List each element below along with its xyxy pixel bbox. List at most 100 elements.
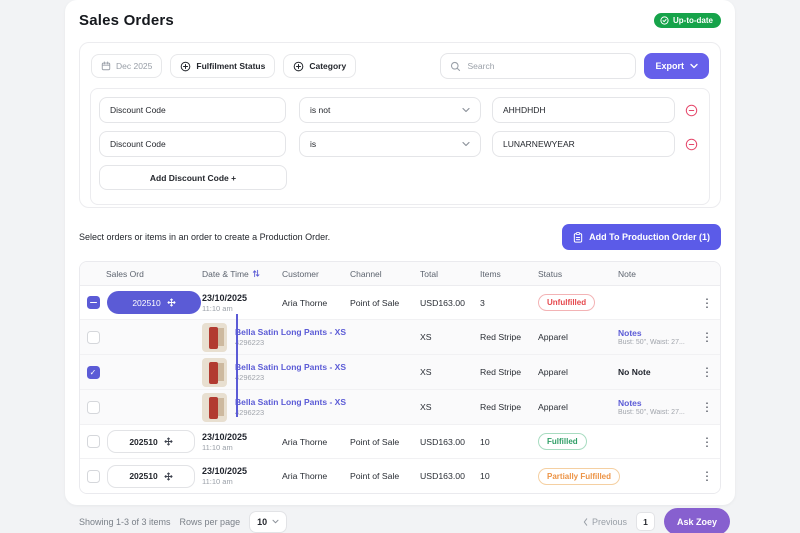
fulfilment-status-chip[interactable]: Fulfilment Status — [170, 54, 276, 78]
order-tree-connector — [236, 314, 238, 417]
order-date: 23/10/2025 — [202, 466, 248, 476]
add-to-production-order-button[interactable]: Add To Production Order (1) — [562, 224, 721, 250]
fulfilment-status-label: Fulfilment Status — [196, 61, 266, 71]
filter-value-input[interactable]: AHHDHDH — [492, 97, 675, 123]
order-items-count: 3 — [480, 297, 485, 308]
chevron-left-icon — [583, 517, 588, 526]
order-date: 23/10/2025 — [202, 292, 248, 303]
previous-page-button[interactable]: Previous — [583, 517, 627, 527]
search-icon — [450, 61, 461, 72]
row-menu-button[interactable]: ⋮ — [694, 331, 720, 343]
row-menu-button[interactable]: ⋮ — [694, 366, 720, 378]
status-badge: Unfulfilled — [538, 294, 596, 311]
page-number[interactable]: 1 — [635, 512, 655, 531]
order-row[interactable]: 202510 23/10/2025 11:10 am Aria Thorne P… — [80, 459, 720, 493]
rows-per-page-select[interactable]: 10 — [249, 510, 288, 533]
order-row[interactable]: 202510 23/10/2025 11:10 am Aria Thorne P… — [80, 286, 720, 320]
product-name-link[interactable]: Bella Satin Long Pants - XS — [235, 327, 346, 337]
table-header-row: Sales Ord Date & Time Customer Channel T… — [80, 262, 720, 286]
order-date: 23/10/2025 — [202, 431, 248, 442]
operator-value: is not — [310, 105, 331, 115]
order-items-count: 10 — [480, 471, 490, 481]
line-item-row[interactable]: ✓ Bella Satin Long Pants - XS 4296223 XS… — [80, 355, 720, 390]
search-field[interactable] — [440, 53, 637, 79]
line-item-detail: Red Stripe — [480, 402, 522, 412]
remove-filter-button[interactable] — [685, 104, 698, 117]
filter-field-select[interactable]: Discount Code — [99, 131, 286, 157]
order-checkbox[interactable] — [86, 469, 100, 483]
line-item-size: XS — [420, 332, 432, 342]
add-to-production-order-label: Add To Production Order (1) — [589, 232, 710, 242]
note-detail: Bust: 50", Waist: 27... — [618, 339, 685, 347]
order-id: 202510 — [129, 471, 158, 481]
line-item-detail: Red Stripe — [480, 332, 522, 342]
line-item-checkbox-checked[interactable]: ✓ — [86, 365, 100, 379]
uptodate-label: Up-to-date — [673, 16, 713, 25]
sales-orders-page: Sales Orders Up-to-date Dec 2025 Fulfilm… — [0, 0, 800, 533]
operator-value: is — [310, 139, 317, 149]
chevron-down-icon — [690, 63, 698, 69]
product-name-link[interactable]: Bella Satin Long Pants - XS — [235, 362, 346, 372]
filter-value-input[interactable]: LUNARNEWYEAR — [492, 131, 675, 157]
header-sales-order: Sales Ord — [106, 268, 144, 279]
order-customer: Aria Thorne — [282, 297, 328, 308]
line-item-category: Apparel — [538, 367, 568, 377]
production-hint: Select orders or items in an order to cr… — [79, 232, 331, 242]
filter-toolbar: Dec 2025 Fulfilment Status Category Sear… — [80, 43, 720, 88]
header-note: Note — [618, 268, 636, 279]
order-checkbox-indeterminate[interactable] — [86, 296, 100, 309]
export-button[interactable]: Export — [644, 53, 709, 79]
header-status: Status — [538, 268, 563, 279]
order-id-pill[interactable]: 202510 — [107, 464, 195, 488]
header-channel: Channel — [350, 268, 382, 279]
order-customer: Aria Thorne — [282, 471, 328, 481]
category-chip[interactable]: Category — [283, 54, 357, 78]
order-date-cell: 23/10/2025 11:10 am — [202, 466, 282, 486]
order-time: 11:10 am — [202, 303, 233, 313]
filter-operator-select[interactable]: is — [299, 131, 481, 157]
row-menu-button[interactable]: ⋮ — [694, 297, 720, 309]
line-item-category: Apparel — [538, 402, 568, 412]
plus-circle-icon — [293, 61, 304, 72]
calendar-icon — [101, 61, 111, 71]
filter-row: Discount Code is LUNARNEWYEAR — [99, 131, 701, 157]
uptodate-badge: Up-to-date — [654, 13, 721, 28]
filter-row: Discount Code is not AHHDHDH — [99, 97, 701, 123]
row-menu-button[interactable]: ⋮ — [694, 436, 720, 448]
ask-zoey-button[interactable]: Ask Zoey — [663, 508, 730, 533]
status-badge: Partially Fulfilled — [538, 467, 621, 485]
minus-circle-icon — [685, 104, 698, 117]
no-note-label: No Note — [618, 367, 651, 377]
line-item-checkbox[interactable] — [86, 330, 100, 344]
add-discount-code-button[interactable]: Add Discount Code + — [99, 165, 287, 190]
date-filter-chip[interactable]: Dec 2025 — [91, 54, 163, 78]
sort-icon[interactable] — [252, 269, 260, 278]
filter-panel: Dec 2025 Fulfilment Status Category Sear… — [79, 42, 721, 208]
previous-label: Previous — [591, 516, 627, 527]
filter-field-select[interactable]: Discount Code — [99, 97, 286, 123]
plus-circle-icon — [180, 61, 191, 72]
order-id-pill-selected[interactable]: 202510 — [107, 291, 201, 314]
note-link[interactable]: Notes — [618, 398, 694, 408]
row-menu-button[interactable]: ⋮ — [694, 401, 720, 413]
order-row[interactable]: 202510 23/10/2025 11:10 am Aria Thorne P… — [80, 425, 720, 459]
product-sku: 4296223 — [235, 373, 265, 383]
line-item-size: XS — [420, 367, 432, 377]
row-menu-button[interactable]: ⋮ — [694, 470, 720, 482]
order-id-pill[interactable]: 202510 — [107, 430, 195, 453]
filter-operator-select[interactable]: is not — [299, 97, 481, 123]
search-input[interactable] — [467, 61, 627, 71]
line-item-checkbox[interactable] — [86, 400, 100, 414]
remove-filter-button[interactable] — [685, 138, 698, 151]
page-title: Sales Orders — [79, 12, 174, 29]
order-checkbox[interactable] — [86, 435, 100, 448]
line-item-row[interactable]: Bella Satin Long Pants - XS 4296223 XS R… — [80, 320, 720, 355]
order-channel: Point of Sale — [350, 297, 400, 308]
line-item-row[interactable]: Bella Satin Long Pants - XS 4296223 XS R… — [80, 390, 720, 425]
orders-table: Sales Ord Date & Time Customer Channel T… — [79, 261, 721, 494]
product-name-link[interactable]: Bella Satin Long Pants - XS — [235, 397, 346, 407]
note-link[interactable]: Notes — [618, 328, 694, 338]
header-date-time[interactable]: Date & Time — [202, 269, 282, 279]
rows-per-page-label: Rows per page — [179, 516, 241, 527]
line-item-size: XS — [420, 402, 432, 412]
